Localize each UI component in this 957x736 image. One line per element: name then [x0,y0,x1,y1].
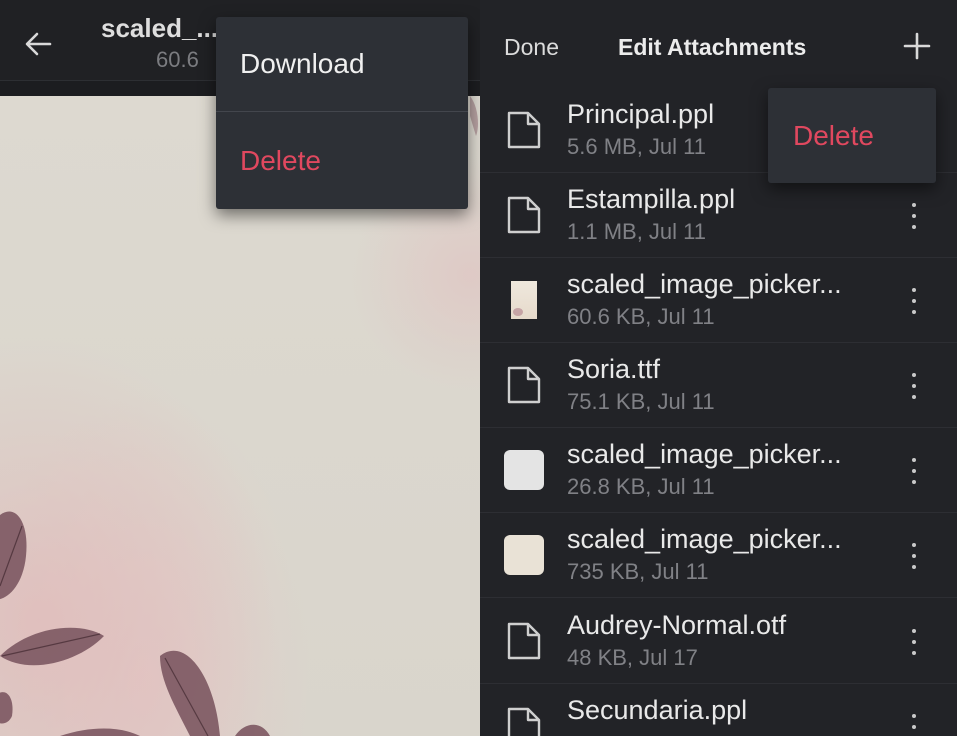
image-thumbnail [504,450,544,490]
more-options-icon[interactable] [904,543,924,569]
image-thumbnail [504,535,544,575]
attachment-name: Soria.ttf [567,354,661,384]
back-arrow-icon [25,32,52,56]
attachment-row[interactable]: Secundaria.ppl [480,684,957,736]
delete-attachment-item[interactable]: Delete [793,120,874,152]
viewer-title: scaled_... [101,13,219,43]
file-icon [504,195,544,235]
overflow-menu: Download Delete [216,17,468,209]
attachment-row-menu: Delete [768,88,936,183]
more-options-icon[interactable] [904,373,924,399]
attachment-name: Secundaria.ppl [567,695,748,725]
attachment-row[interactable]: Audrey-Normal.otf 48 KB, Jul 17 [480,599,957,684]
file-icon [504,706,544,736]
attachment-name: Principal.ppl [567,99,715,129]
attachment-row[interactable]: scaled_image_picker... 60.6 KB, Jul 11 [480,258,957,343]
attachment-meta: 75.1 KB, Jul 11 [567,389,715,414]
attachment-meta: 5.6 MB, Jul 11 [567,134,706,159]
attachment-name: Estampilla.ppl [567,184,736,214]
file-icon [504,621,544,661]
image-viewer: scaled_... 60.6 Download Delete [0,0,480,736]
attachment-row[interactable]: Soria.ttf 75.1 KB, Jul 11 [480,343,957,428]
more-options-icon[interactable] [904,458,924,484]
more-options-icon[interactable] [904,714,924,736]
attachment-name: Audrey-Normal.otf [567,610,787,640]
viewer-subtitle: 60.6 [156,47,199,72]
file-icon [504,365,544,405]
delete-menu-item[interactable]: Delete [216,113,468,208]
back-button[interactable] [18,24,58,64]
attachment-row[interactable]: scaled_image_picker... 735 KB, Jul 11 [480,513,957,598]
attachment-name: scaled_image_picker... [567,269,842,299]
attachment-meta: 735 KB, Jul 11 [567,559,709,584]
attachment-meta: 48 KB, Jul 17 [567,645,698,670]
attachment-row[interactable]: scaled_image_picker... 26.8 KB, Jul 11 [480,428,957,513]
done-button[interactable]: Done [504,34,559,61]
attachment-name: scaled_image_picker... [567,524,842,554]
attachment-meta: 1.1 MB, Jul 11 [567,219,706,244]
more-options-icon[interactable] [904,629,924,655]
attachment-name: scaled_image_picker... [567,439,842,469]
attachment-meta: 26.8 KB, Jul 11 [567,474,715,499]
plus-icon [903,32,931,60]
panel-header: Done Edit Attachments [480,0,957,88]
more-options-icon[interactable] [904,288,924,314]
attachment-row[interactable]: Estampilla.ppl 1.1 MB, Jul 11 [480,173,957,258]
download-menu-item[interactable]: Download [216,17,468,112]
add-attachment-button[interactable] [901,30,933,62]
image-thumbnail [504,280,544,320]
panel-title: Edit Attachments [618,34,807,60]
file-icon [504,110,544,150]
attachment-meta: 60.6 KB, Jul 11 [567,304,715,329]
more-options-icon[interactable] [904,203,924,229]
